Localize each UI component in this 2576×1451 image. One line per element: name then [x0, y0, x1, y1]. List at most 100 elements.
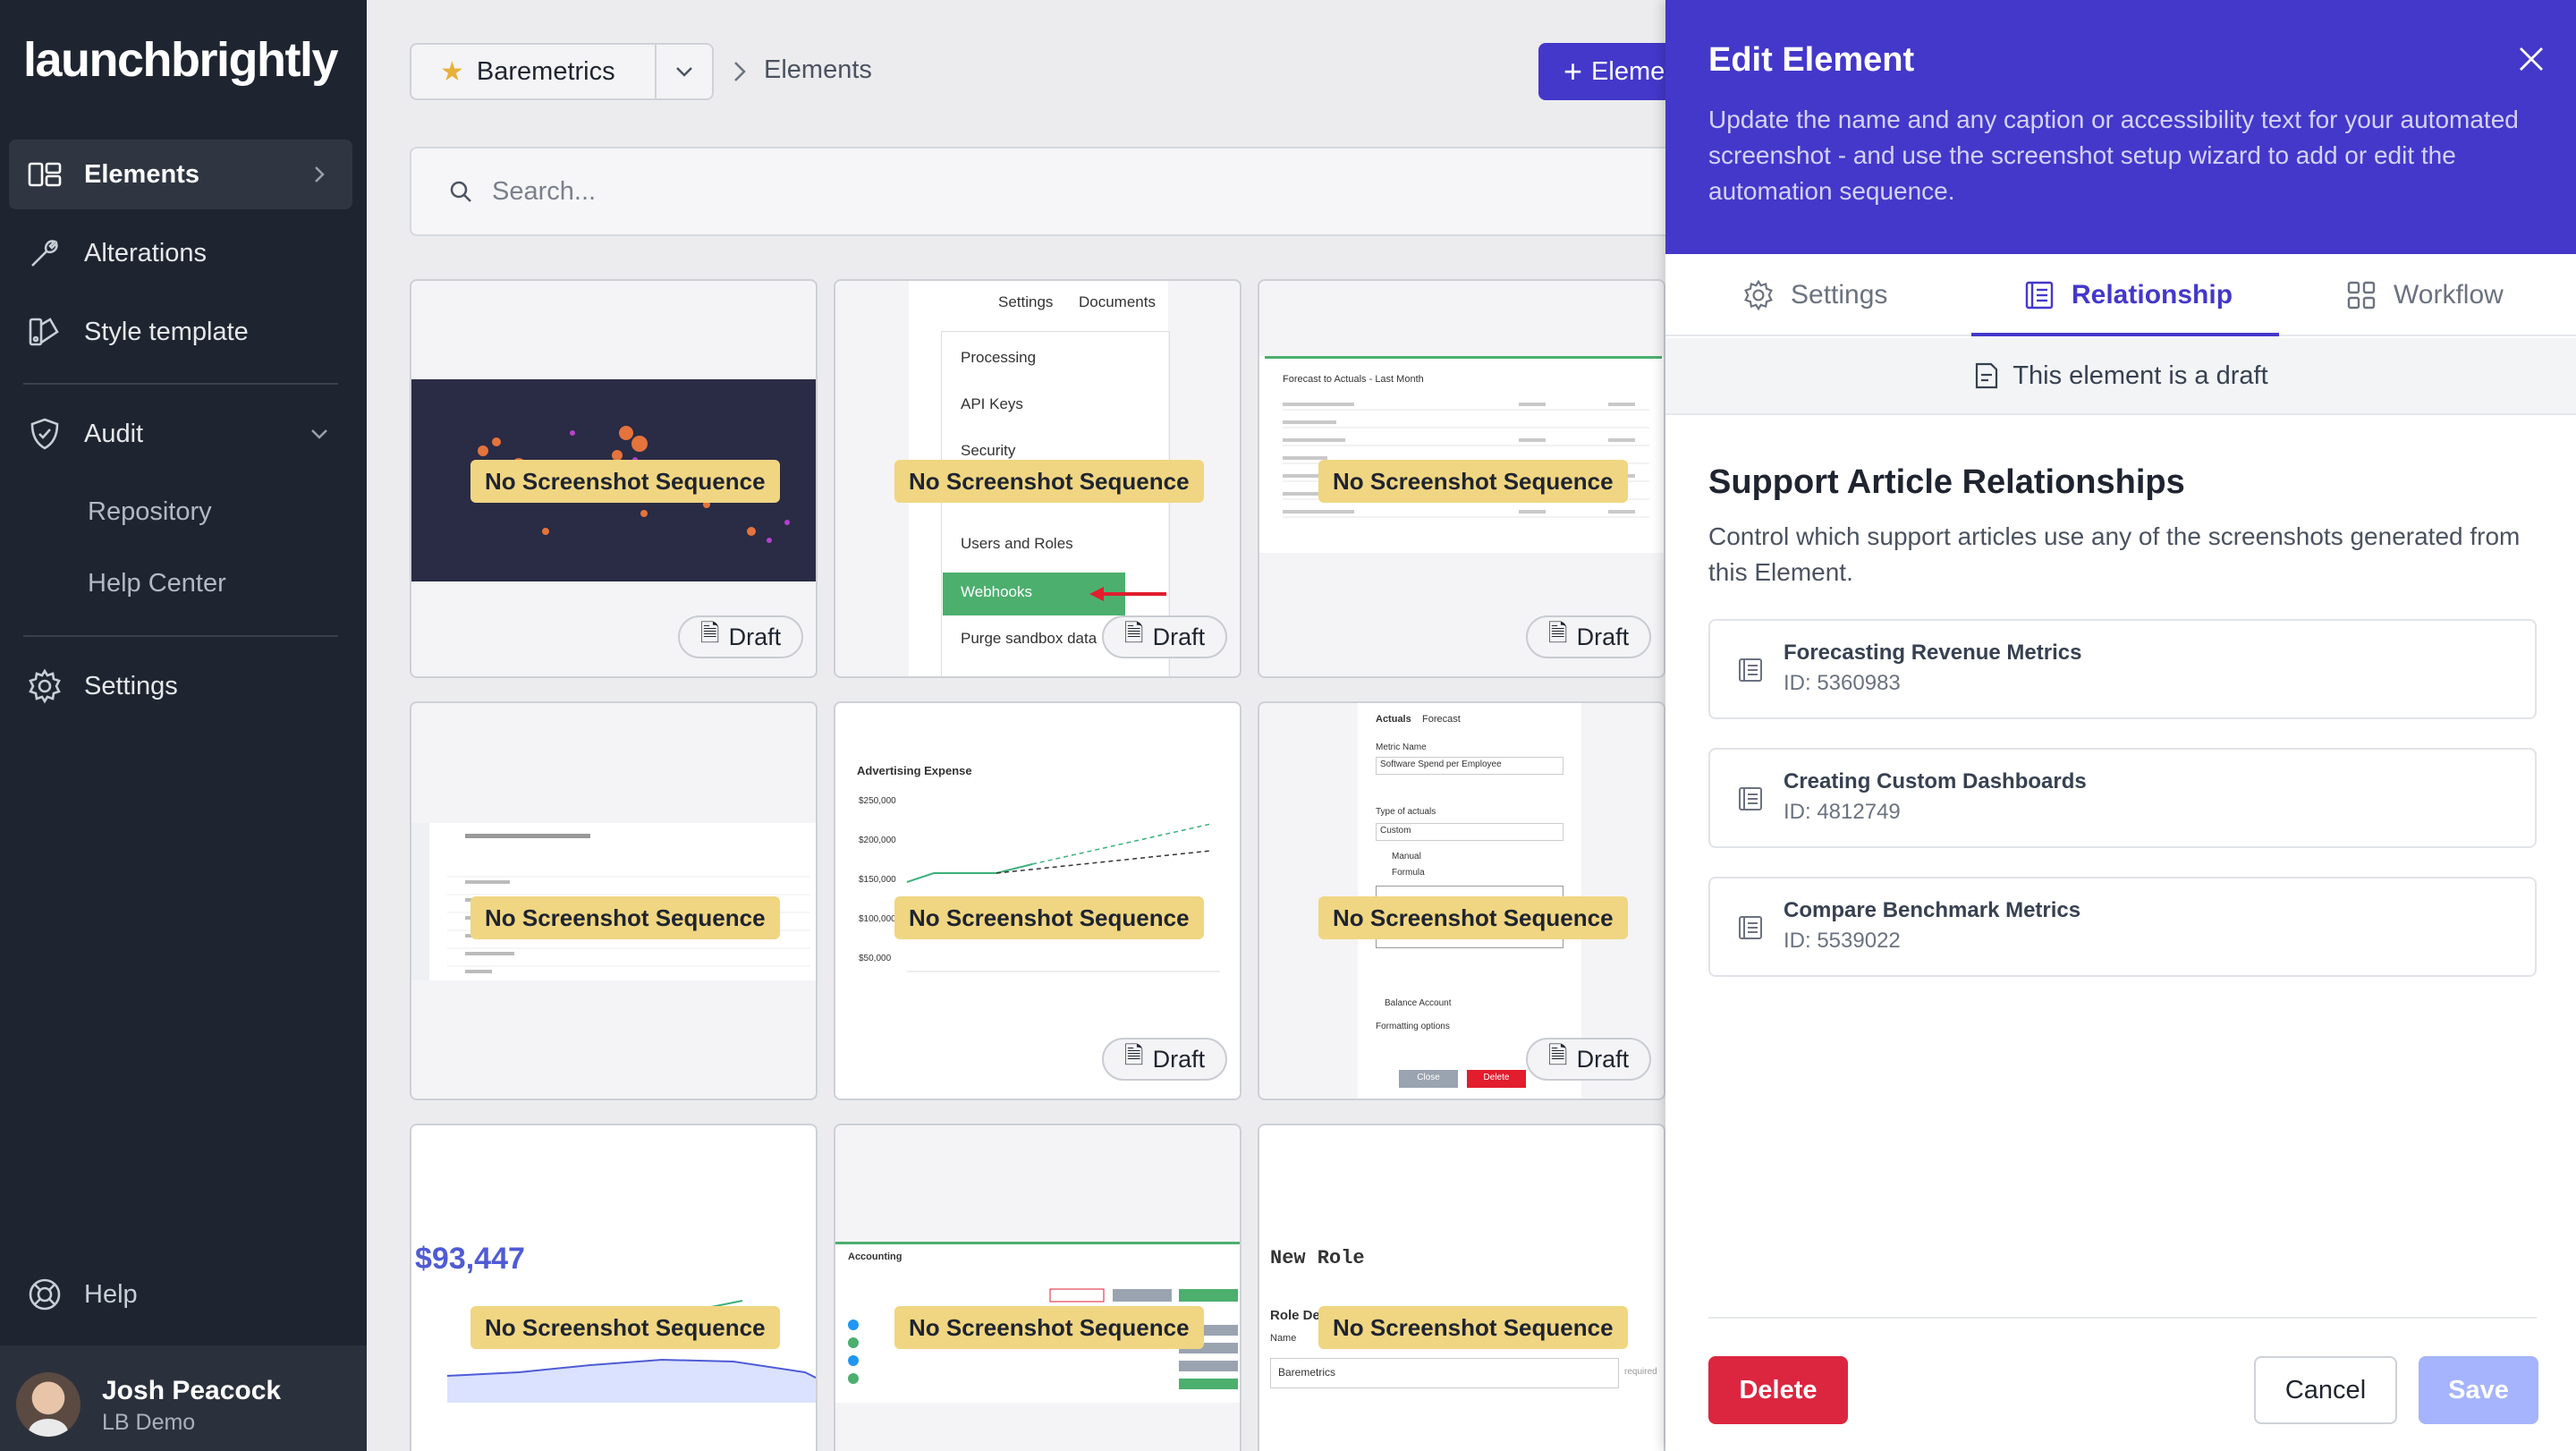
- sidebar-item-label: Settings: [84, 671, 178, 700]
- draft-label: Draft: [1576, 623, 1630, 650]
- panel-description: Update the name and any caption or acces…: [1708, 106, 2519, 205]
- no-screenshot-sequence-badge: No Screenshot Sequence: [1318, 460, 1628, 503]
- element-card[interactable]: Settings Documents Processing API Keys S…: [834, 279, 1241, 678]
- breadcrumb: Elements: [764, 55, 872, 84]
- element-card[interactable]: Actuals Forecast Metric Name Software Sp…: [1258, 701, 1665, 1100]
- tab-workflow[interactable]: Workflow: [2345, 254, 2504, 336]
- element-card[interactable]: $93,447 No Screenshot Sequence: [410, 1124, 818, 1451]
- draft-notice: This element is a draft: [1665, 338, 2576, 415]
- project-selector[interactable]: ★ Baremetrics: [410, 43, 657, 100]
- article-relationship-item[interactable]: Creating Custom Dashboards ID: 4812749: [1708, 748, 2537, 848]
- thumb-text: $150,000: [859, 875, 896, 885]
- search-input[interactable]: [492, 176, 1029, 207]
- sidebar: launchbrightly Elements Alterations Styl…: [0, 0, 367, 1451]
- tab-relationship[interactable]: Relationship: [2023, 254, 2233, 336]
- chevron-right-icon: [734, 62, 746, 81]
- tab-label: Settings: [1791, 280, 1888, 310]
- article-icon: [1739, 916, 1762, 939]
- draft-label: Draft: [1152, 1045, 1206, 1073]
- sidebar-divider: [23, 635, 338, 637]
- thumb-text: API Keys: [961, 395, 1023, 412]
- star-icon: ★: [440, 56, 464, 87]
- thumb-text: Users and Roles: [961, 535, 1073, 552]
- article-name: Compare Benchmark Metrics: [1784, 898, 2081, 922]
- thumb-text: Software Spend per Employee: [1376, 757, 1563, 775]
- draft-label: Draft: [728, 623, 782, 650]
- thumb-text: Metric Name: [1376, 742, 1427, 752]
- revenue-chart-thumbnail: $93,447: [411, 1125, 816, 1451]
- elements-icon: [25, 155, 64, 194]
- wrench-icon: [25, 233, 64, 273]
- project-dropdown-button[interactable]: [655, 43, 714, 100]
- element-card[interactable]: Forecast to Actuals - Last Month No Scre…: [1258, 279, 1665, 678]
- search-icon: [450, 181, 471, 202]
- draft-icon: 🗎: [699, 620, 720, 647]
- thumb-text: Settings: [998, 293, 1054, 310]
- sidebar-item-alterations[interactable]: Alterations: [9, 218, 352, 288]
- no-screenshot-sequence-badge: No Screenshot Sequence: [470, 460, 780, 503]
- user-name: Josh Peacock: [102, 1376, 282, 1405]
- thumb-text: Role De: [1270, 1308, 1320, 1323]
- plus-icon: +: [1563, 53, 1583, 89]
- search-bar[interactable]: [410, 147, 1751, 236]
- no-screenshot-sequence-badge: No Screenshot Sequence: [894, 460, 1204, 503]
- sidebar-item-audit[interactable]: Audit: [9, 399, 352, 469]
- element-card[interactable]: New Role Role De Name Baremetrics requir…: [1258, 1124, 1665, 1451]
- no-screenshot-sequence-badge: No Screenshot Sequence: [894, 1306, 1204, 1349]
- thumb-text: Formula: [1392, 868, 1425, 878]
- save-button[interactable]: Save: [2419, 1356, 2538, 1424]
- draft-badge: 🗎 Draft: [678, 615, 803, 658]
- element-card[interactable]: No Screenshot Sequence: [410, 701, 818, 1100]
- element-card[interactable]: Accounting No Screenshot Sequence: [834, 1124, 1241, 1451]
- article-relationship-item[interactable]: Compare Benchmark Metrics ID: 5539022: [1708, 877, 2537, 977]
- panel-title: Edit Element: [1708, 41, 1915, 79]
- element-card[interactable]: Advertising Expense $250,000 $200,000 $1…: [834, 701, 1241, 1100]
- cancel-button[interactable]: Cancel: [2254, 1356, 2397, 1424]
- sidebar-item-settings[interactable]: Settings: [9, 651, 352, 721]
- thumb-text: Delete: [1467, 1070, 1526, 1088]
- article-id: ID: 5539022: [1784, 929, 1901, 953]
- thumb-text: $93,447: [415, 1242, 525, 1276]
- thumb-text: $250,000: [859, 796, 896, 806]
- tab-settings[interactable]: Settings: [1742, 254, 1887, 336]
- help-label: Help: [84, 1279, 138, 1309]
- thumb-text: Advertising Expense: [857, 764, 972, 777]
- element-card[interactable]: No Screenshot Sequence 🗎 Draft: [410, 279, 818, 678]
- thumb-text: $100,000: [859, 914, 896, 924]
- close-icon[interactable]: [2513, 41, 2549, 77]
- thumb-text: Forecast: [1422, 714, 1461, 725]
- thumb-text: $200,000: [859, 836, 896, 845]
- sidebar-subitem-help-center[interactable]: Help Center: [88, 569, 226, 598]
- no-screenshot-sequence-badge: No Screenshot Sequence: [470, 896, 780, 939]
- article-relationship-item[interactable]: Forecasting Revenue Metrics ID: 5360983: [1708, 619, 2537, 719]
- document-icon: [2025, 281, 2054, 310]
- thumb-text: required: [1624, 1367, 1657, 1377]
- thumb-text: Close: [1399, 1070, 1458, 1088]
- sidebar-divider: [23, 383, 338, 385]
- sidebar-item-label: Alterations: [84, 238, 208, 267]
- draft-label: Draft: [1152, 623, 1206, 650]
- style-template-icon: [25, 312, 64, 352]
- draft-icon: 🗎: [1547, 1042, 1568, 1069]
- new-role-thumbnail: New Role Role De Name Baremetrics requir…: [1259, 1125, 1664, 1451]
- thumb-text: $50,000: [859, 954, 892, 963]
- section-description: Control which support articles use any o…: [1708, 522, 2521, 586]
- sidebar-item-elements[interactable]: Elements: [9, 140, 352, 209]
- article-icon: [1739, 658, 1762, 682]
- app-logo: launchbrightly: [23, 33, 339, 87]
- chevron-down-icon: [676, 67, 692, 77]
- article-name: Creating Custom Dashboards: [1784, 769, 2087, 793]
- sidebar-subitem-repository[interactable]: Repository: [88, 497, 212, 527]
- sidebar-item-style-template[interactable]: Style template: [9, 297, 352, 367]
- project-name: Baremetrics: [476, 56, 615, 86]
- delete-button[interactable]: Delete: [1708, 1356, 1848, 1424]
- grid-icon: [2347, 281, 2376, 310]
- avatar[interactable]: [16, 1372, 80, 1437]
- draft-badge: 🗎 Draft: [1526, 1038, 1651, 1081]
- draft-icon: 🗎: [1547, 620, 1568, 647]
- thumb-text: Documents: [1079, 293, 1156, 310]
- help-link[interactable]: Help: [9, 1260, 352, 1329]
- thumb-text: Security: [961, 442, 1016, 459]
- thumb-text: New Role: [1270, 1247, 1365, 1269]
- no-screenshot-sequence-badge: No Screenshot Sequence: [470, 1306, 780, 1349]
